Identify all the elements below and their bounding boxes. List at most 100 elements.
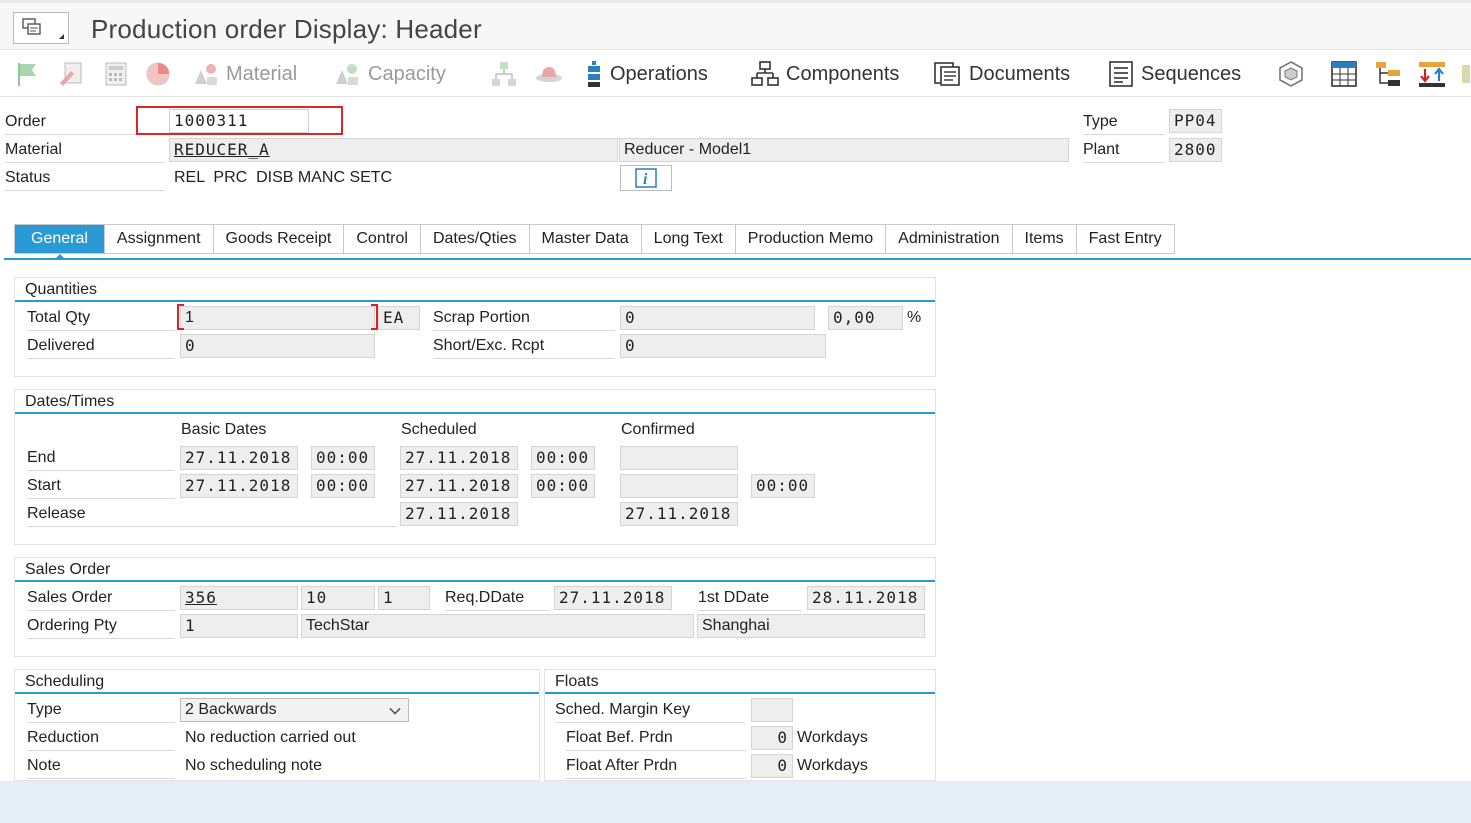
scrap-portion-label: Scrap Portion: [433, 305, 615, 331]
release-label: Release: [27, 501, 397, 527]
ordering-party-field: 1: [180, 614, 298, 638]
sequences-icon: [1109, 61, 1133, 87]
table-icon: [1331, 61, 1357, 87]
release-confirmed-date: 27.11.2018: [620, 502, 738, 526]
flag-icon: [18, 63, 36, 86]
documents-button[interactable]: Documents: [933, 51, 1070, 97]
edit-button[interactable]: [57, 51, 85, 97]
more-icon: [1462, 65, 1470, 83]
status-field: REL PRC DISB MANC SETC: [174, 169, 393, 186]
material-label: Material: [5, 137, 165, 163]
tab-fast-entry[interactable]: Fast Entry: [1076, 225, 1174, 253]
end-basic-date: 27.11.2018: [180, 446, 298, 470]
sales-order-field[interactable]: 356: [180, 586, 298, 610]
tree-structure-button[interactable]: [1374, 51, 1402, 97]
scheduled-header: Scheduled: [401, 421, 477, 438]
tab-items[interactable]: Items: [1012, 225, 1077, 253]
hat-button[interactable]: [534, 51, 564, 97]
end-scheduled-date: 27.11.2018: [400, 446, 518, 470]
tab-general[interactable]: General: [15, 225, 105, 253]
ordering-party-city: Shanghai: [697, 614, 925, 638]
release-scheduled-date: 27.11.2018: [400, 502, 518, 526]
floats-title: Floats: [545, 670, 935, 694]
network-button[interactable]: [1277, 51, 1305, 97]
title-bar: Production order Display: Header: [0, 0, 1471, 50]
pie-chart-icon: [146, 62, 170, 86]
dates-times-title: Dates/Times: [15, 390, 935, 414]
page-title: Production order Display: Header: [91, 14, 482, 44]
more-toolbar-button[interactable]: [1460, 51, 1471, 97]
sales-order-schedule-field: 1: [378, 586, 430, 610]
tab-administration[interactable]: Administration: [886, 225, 1013, 253]
confirmed-header: Confirmed: [621, 421, 695, 438]
end-scheduled-time: 00:00: [531, 446, 595, 470]
sequences-label: Sequences: [1141, 62, 1242, 85]
material-icon: [195, 64, 217, 85]
sched-margin-key-field[interactable]: [751, 698, 793, 722]
capacity-label: Capacity: [368, 62, 446, 85]
quantities-title: Quantities: [15, 278, 935, 302]
calculator-button[interactable]: [104, 51, 128, 97]
end-basic-time: 00:00: [311, 446, 375, 470]
tab-master-data[interactable]: Master Data: [529, 225, 642, 253]
chevron-down-icon: [389, 703, 401, 715]
table-button[interactable]: [1330, 51, 1358, 97]
sales-order-label: Sales Order: [27, 585, 175, 611]
sales-order-title: Sales Order: [15, 558, 935, 582]
delivered-label: Delivered: [27, 333, 175, 359]
status-info-button[interactable]: i: [620, 165, 672, 191]
scheduling-type-select[interactable]: 2 Backwards: [180, 698, 409, 722]
required-marker-left: [177, 304, 184, 330]
menu-button[interactable]: [13, 12, 69, 44]
basic-dates-header: Basic Dates: [181, 421, 267, 438]
tab-dates-qties[interactable]: Dates/Qties: [420, 225, 530, 253]
documents-label: Documents: [969, 62, 1071, 85]
float-after-label: Float After Prdn: [566, 753, 746, 779]
tab-assignment[interactable]: Assignment: [104, 225, 214, 253]
percent-sign: %: [907, 309, 922, 326]
network-icon: [1279, 61, 1303, 87]
note-value: No scheduling note: [185, 757, 322, 774]
total-qty-field[interactable]: 1: [180, 306, 375, 330]
start-scheduled-time: 00:00: [531, 474, 595, 498]
sequences-button[interactable]: Sequences: [1107, 51, 1241, 97]
tree-icon: [1376, 62, 1400, 86]
tab-production-memo[interactable]: Production Memo: [735, 225, 887, 253]
ordering-party-label: Ordering Pty: [27, 613, 175, 639]
material-label: Material: [226, 62, 298, 85]
float-before-field: 0: [751, 726, 793, 750]
plant-label: Plant: [1083, 137, 1165, 163]
hierarchy-button[interactable]: [490, 51, 518, 97]
plant-field: 2800: [1169, 138, 1222, 162]
menu-icon: [22, 18, 41, 35]
tab-control[interactable]: Control: [344, 225, 421, 253]
first-ddate-label: 1st DDate: [698, 585, 802, 611]
scheduling-title: Scheduling: [15, 670, 539, 694]
start-basic-date: 27.11.2018: [180, 474, 298, 498]
scrap-percent-field: 0,00: [828, 306, 903, 330]
end-label: End: [27, 445, 175, 471]
sales-order-item-field: 10: [301, 586, 375, 610]
info-icon: i: [635, 168, 657, 188]
footer-strip: [0, 781, 1471, 823]
material-button[interactable]: Material: [190, 51, 297, 97]
start-scheduled-date: 27.11.2018: [400, 474, 518, 498]
tab-strip: General Assignment Goods Receipt Control…: [14, 224, 1175, 254]
svg-text:i: i: [643, 171, 648, 188]
total-qty-label: Total Qty: [27, 305, 175, 331]
float-before-unit: Workdays: [797, 729, 868, 746]
type-label: Type: [1083, 109, 1165, 135]
components-button[interactable]: Components: [750, 51, 899, 97]
tab-long-text[interactable]: Long Text: [641, 225, 736, 253]
capacity-button[interactable]: Capacity: [332, 51, 446, 97]
flag-button[interactable]: [16, 51, 40, 97]
calculator-icon: [105, 62, 127, 86]
sort-button[interactable]: [1417, 51, 1447, 97]
tab-goods-receipt[interactable]: Goods Receipt: [213, 225, 345, 253]
float-before-label: Float Bef. Prdn: [566, 725, 746, 751]
operations-button[interactable]: Operations: [584, 51, 708, 97]
unit-field: EA: [378, 306, 420, 330]
cost-analysis-button[interactable]: [144, 51, 172, 97]
sort-arrows-icon: [1419, 62, 1445, 87]
material-field[interactable]: REDUCER_A: [169, 138, 618, 162]
